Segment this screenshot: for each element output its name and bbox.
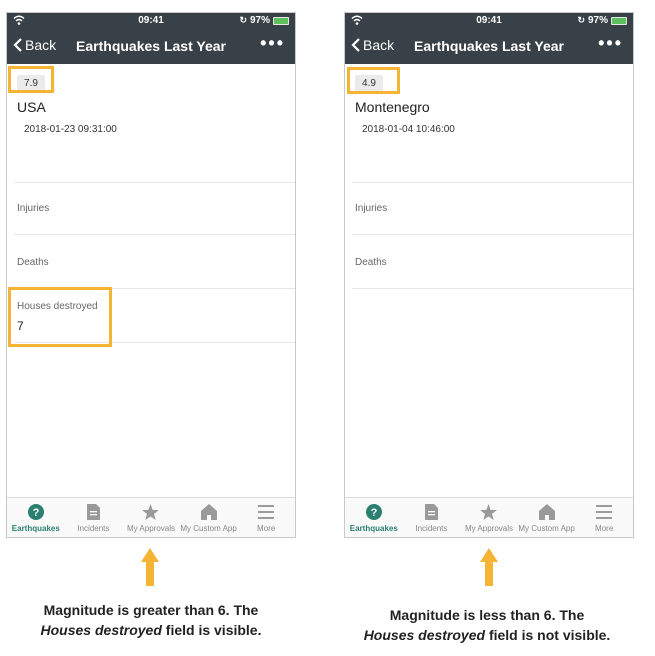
battery-percent: 97% [587,15,608,26]
houses-destroyed-highlight-box [8,287,112,347]
caption-right-line1: Magnitude is less than 6. The [389,607,585,623]
caption-right: Magnitude is less than 6. The Houses des… [317,605,655,645]
star-icon [142,503,160,521]
more-options-icon[interactable]: ••• [598,33,623,54]
location-text: USA [17,99,46,115]
tab-label: Incidents [77,524,110,533]
tab-earthquakes[interactable]: ? Earthquakes [7,498,65,537]
battery-icon [273,16,289,25]
svg-text:?: ? [370,507,377,519]
more-options-icon[interactable]: ••• [260,33,285,54]
tab-incidents[interactable]: Incidents [403,498,461,537]
status-bar: 09:41 ↻ 97% [345,13,633,29]
tab-label: More [595,524,614,533]
home-icon [538,503,556,521]
deaths-label: Deaths [17,257,49,268]
tab-label: My Custom App [180,524,237,533]
divider [352,288,633,289]
document-icon [84,503,102,521]
tab-my-approvals[interactable]: My Approvals [460,498,518,537]
tab-my-custom-app[interactable]: My Custom App [180,498,238,537]
caption-left-line1: Magnitude is greater than 6. The [43,602,259,618]
star-icon [480,503,498,521]
tab-earthquakes[interactable]: ? Earthquakes [345,498,403,537]
tab-incidents[interactable]: Incidents [65,498,123,537]
up-arrow-icon [480,548,498,586]
tab-my-custom-app[interactable]: My Custom App [518,498,576,537]
header-bar: 09:41 ↻ 97% Back Earthquakes Last Year •… [7,13,295,64]
menu-icon [257,503,275,521]
tab-bar: ? Earthquakes Incidents My Approvals My … [345,497,633,537]
divider [352,234,633,235]
datetime-text: 2018-01-04 10:46:00 [362,124,455,135]
magnitude-highlight-box [8,66,54,93]
tab-more[interactable]: More [575,498,633,537]
injuries-label: Injuries [355,203,388,214]
status-bar: 09:41 ↻ 97% [7,13,295,29]
caption-left-line2: field is visible. [161,622,262,638]
tab-label: Incidents [415,524,448,533]
tab-label: My Approvals [126,524,175,533]
tab-label: My Approvals [464,524,513,533]
divider [352,182,633,183]
caption-right-line2: field is not visible. [485,627,611,643]
record-detail: 7.9 USA 2018-01-23 09:31:00 Injuries Dea… [7,64,295,498]
header-bar: 09:41 ↻ 97% Back Earthquakes Last Year •… [345,13,633,64]
deaths-label: Deaths [355,257,387,268]
datetime-text: 2018-01-23 09:31:00 [24,124,117,135]
magnitude-highlight-box [347,67,400,94]
record-detail: 4.9 Montenegro 2018-01-04 10:46:00 Injur… [345,64,633,498]
rotation-lock-icon: ↻ [239,15,247,25]
location-text: Montenegro [355,99,430,115]
tab-label: More [257,524,276,533]
document-icon [422,503,440,521]
tab-more[interactable]: More [237,498,295,537]
tab-label: My Custom App [518,524,575,533]
page-title: Earthquakes Last Year [76,38,226,54]
divider [14,234,295,235]
question-icon: ? [27,503,45,521]
tab-label: Earthquakes [11,524,60,533]
nav-bar: Back Earthquakes Last Year ••• [7,29,295,64]
question-icon: ? [365,503,383,521]
injuries-label: Injuries [17,203,50,214]
nav-bar: Back Earthquakes Last Year ••• [345,29,633,64]
caption-left: Magnitude is greater than 6. The Houses … [0,600,321,640]
tab-label: Earthquakes [349,524,398,533]
rotation-lock-icon: ↻ [577,15,585,25]
divider [14,182,295,183]
up-arrow-icon [141,548,159,586]
home-icon [200,503,218,521]
svg-text:?: ? [32,507,39,519]
menu-icon [595,503,613,521]
tab-my-approvals[interactable]: My Approvals [122,498,180,537]
battery-percent: 97% [249,15,270,26]
caption-left-italic: Houses destroyed [40,622,162,638]
tab-bar: ? Earthquakes Incidents My Approvals My … [7,497,295,537]
battery-icon [611,16,627,25]
caption-right-italic: Houses destroyed [363,627,486,643]
page-title: Earthquakes Last Year [414,38,564,54]
